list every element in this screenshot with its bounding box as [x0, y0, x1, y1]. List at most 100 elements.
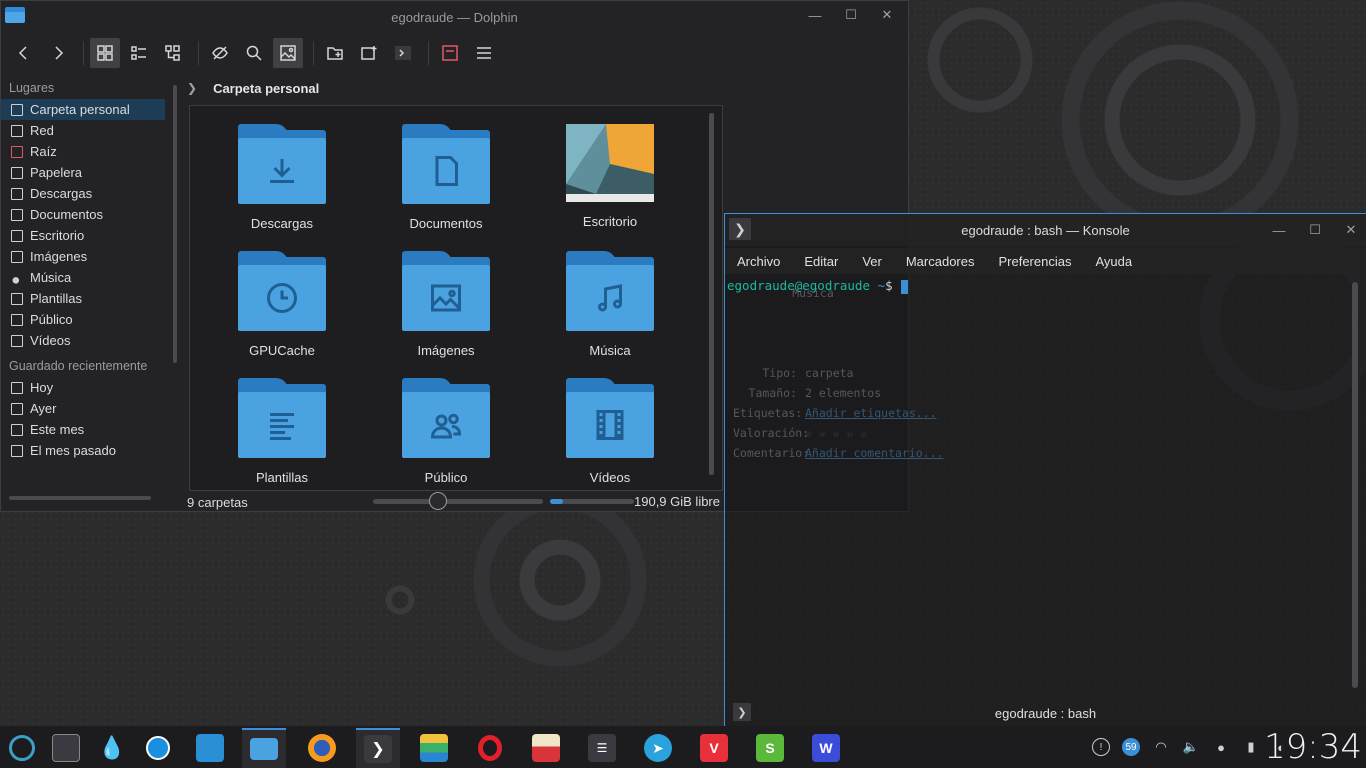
place-item-papelera[interactable]: Papelera — [1, 162, 177, 183]
task-layers[interactable] — [412, 728, 456, 768]
recent-item-mes-pasado[interactable]: El mes pasado — [1, 440, 177, 461]
new-tab-icon[interactable]: ❯ — [733, 703, 751, 721]
menu-editar[interactable]: Editar — [804, 254, 838, 269]
recent-item-este-mes[interactable]: Este mes — [1, 419, 177, 440]
details-view-button[interactable] — [158, 38, 188, 68]
menu-button[interactable] — [469, 38, 499, 68]
wifi-icon[interactable]: ◠ — [1152, 738, 1170, 756]
terminal-scrollbar[interactable] — [1352, 282, 1358, 688]
close-button[interactable]: ✕ — [1340, 220, 1362, 240]
place-item-descargas[interactable]: Descargas — [1, 183, 177, 204]
task-ink[interactable]: 💧 — [90, 728, 134, 768]
eye-slash-icon — [212, 46, 228, 60]
maximize-button[interactable]: ☐ — [840, 5, 862, 25]
new-folder-button[interactable] — [320, 38, 350, 68]
place-item-videos[interactable]: Vídeos — [1, 330, 177, 351]
task-spreadsheet[interactable]: S — [748, 728, 792, 768]
terminal-button[interactable] — [388, 38, 418, 68]
grid-icon — [97, 45, 113, 61]
file-item-publico[interactable]: Público — [371, 378, 521, 485]
disk-space-bar — [550, 499, 634, 504]
file-item-descargas[interactable]: Descargas — [207, 124, 357, 231]
network-status-icon[interactable]: ● — [1212, 738, 1230, 756]
breadcrumb-current[interactable]: Carpeta personal — [213, 81, 319, 96]
dolphin-titlebar[interactable]: egodraude — Dolphin — ☐ ✕ — [1, 1, 908, 33]
calculator-icon — [52, 734, 80, 762]
zoom-slider[interactable] — [373, 499, 543, 504]
file-item-plantillas[interactable]: Plantillas — [207, 378, 357, 485]
place-item-raiz[interactable]: Raíz — [1, 141, 177, 162]
search-button[interactable] — [239, 38, 269, 68]
file-item-label: GPUCache — [249, 343, 315, 358]
terminal-icon[interactable]: ❯ — [729, 218, 751, 240]
menu-ver[interactable]: Ver — [862, 254, 882, 269]
new-tab-button[interactable] — [354, 38, 384, 68]
place-item-escritorio[interactable]: Escritorio — [1, 225, 177, 246]
file-item-videos[interactable]: Vídeos — [535, 378, 685, 485]
minimize-button[interactable]: — — [804, 5, 826, 25]
file-item-documentos[interactable]: Documentos — [371, 124, 521, 231]
clock[interactable]: 19:34 — [1264, 726, 1362, 768]
desktop-icon — [11, 229, 23, 242]
file-item-imagenes[interactable]: Imágenes — [371, 251, 521, 358]
dolphin-app-icon[interactable] — [5, 7, 25, 23]
split-view-button[interactable] — [435, 38, 465, 68]
places-horizontal-scrollbar[interactable] — [9, 496, 151, 500]
info-value: 2 elementos — [805, 386, 882, 400]
tab-bash[interactable]: egodraude : bash — [995, 706, 1096, 721]
task-popcorn[interactable] — [524, 728, 568, 768]
breadcrumb[interactable]: ❯ Carpeta personal — [187, 77, 319, 99]
volume-icon[interactable]: 🔈 — [1182, 738, 1200, 756]
konsole-titlebar[interactable]: ❯ egodraude : bash — Konsole — ☐ ✕ — [725, 214, 1366, 246]
place-item-carpeta-personal[interactable]: Carpeta personal — [1, 99, 165, 120]
icons-view-button[interactable] — [90, 38, 120, 68]
task-writer[interactable]: W — [804, 728, 848, 768]
menu-archivo[interactable]: Archivo — [737, 254, 780, 269]
task-calculator[interactable] — [44, 728, 88, 768]
task-konsole[interactable]: ❯ — [356, 728, 400, 768]
places-scrollbar[interactable] — [173, 85, 177, 363]
clock-icon — [267, 283, 297, 313]
notification-count-badge[interactable]: 59 — [1122, 738, 1140, 756]
task-browser[interactable] — [136, 728, 180, 768]
file-item-musica[interactable]: Música — [535, 251, 685, 358]
compact-view-button[interactable] — [124, 38, 154, 68]
task-opera[interactable] — [468, 728, 512, 768]
app-launcher-button[interactable] — [0, 728, 44, 768]
file-view-scrollbar[interactable] — [709, 113, 714, 475]
file-item-gpucache[interactable]: GPUCache — [207, 251, 357, 358]
place-item-imagenes[interactable]: Imágenes — [1, 246, 177, 267]
minimize-button[interactable]: — — [1268, 220, 1290, 240]
menu-preferencias[interactable]: Preferencias — [998, 254, 1071, 269]
desktop-thumbnail — [566, 124, 654, 202]
task-settings[interactable]: ☰ — [580, 728, 624, 768]
task-firefox[interactable] — [300, 728, 344, 768]
place-item-documentos[interactable]: Documentos — [1, 204, 177, 225]
template-icon — [270, 413, 294, 440]
file-view[interactable]: Descargas Documentos Escritorio GPUCache… — [189, 105, 723, 491]
task-vivaldi[interactable]: V — [692, 728, 736, 768]
task-store[interactable] — [188, 728, 232, 768]
zoom-slider-handle[interactable] — [428, 492, 447, 510]
maximize-button[interactable]: ☐ — [1304, 220, 1326, 240]
battery-icon[interactable]: ▮ — [1242, 738, 1260, 756]
task-telegram[interactable]: ➤ — [636, 728, 680, 768]
file-item-escritorio[interactable]: Escritorio — [535, 124, 685, 229]
place-item-red[interactable]: Red — [1, 120, 177, 141]
chevron-right-icon[interactable]: ❯ — [187, 81, 197, 95]
recent-item-ayer[interactable]: Ayer — [1, 398, 177, 419]
preview-button[interactable] — [273, 38, 303, 68]
place-item-musica[interactable]: Música — [1, 267, 177, 288]
recent-item-hoy[interactable]: Hoy — [1, 377, 177, 398]
close-button[interactable]: ✕ — [876, 5, 898, 25]
notification-alert-icon[interactable]: ! — [1092, 738, 1110, 756]
place-item-plantillas[interactable]: Plantillas — [1, 288, 177, 309]
menu-ayuda[interactable]: Ayuda — [1095, 254, 1132, 269]
hide-hidden-files-button[interactable] — [205, 38, 235, 68]
terminal-area[interactable]: egodraude@egodraude ~$ Música Tipo: carpe… — [725, 276, 1350, 696]
place-item-publico[interactable]: Público — [1, 309, 177, 330]
forward-button[interactable] — [43, 38, 73, 68]
menu-marcadores[interactable]: Marcadores — [906, 254, 975, 269]
back-button[interactable] — [9, 38, 39, 68]
task-dolphin[interactable] — [242, 728, 286, 768]
